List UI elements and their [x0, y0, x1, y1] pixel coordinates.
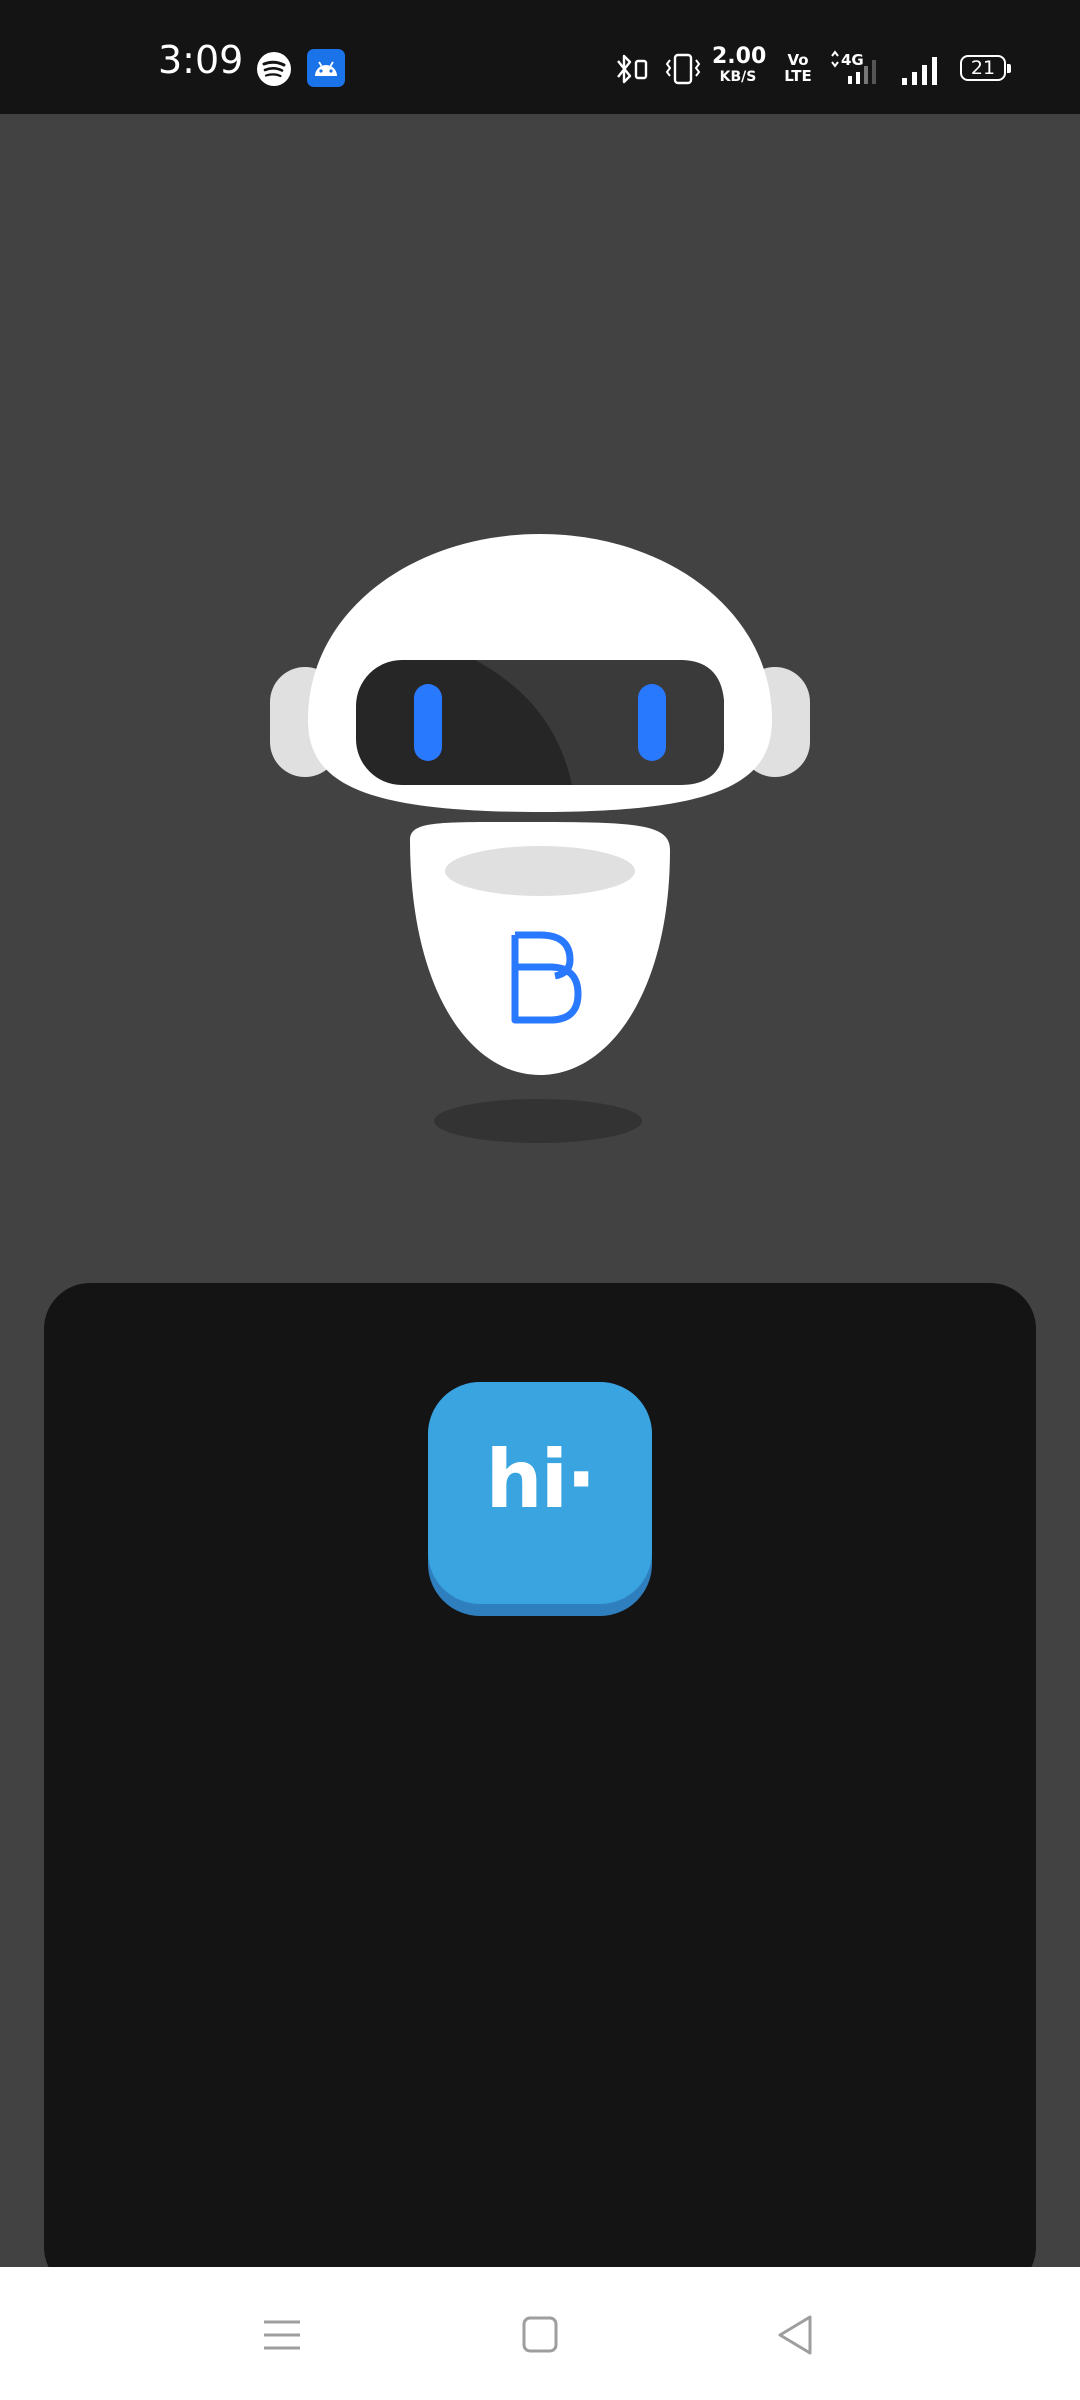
spotify-icon [257, 52, 291, 86]
network-speed-unit: KB/S [719, 69, 757, 85]
robot-shadow [434, 1099, 642, 1143]
app-logo-tile: hi· [428, 1382, 652, 1616]
bluetooth-icon [617, 54, 648, 84]
vibrate-icon [665, 53, 701, 85]
menu-icon[interactable] [252, 2305, 312, 2365]
volte-bottom: LTE [784, 67, 812, 85]
app-logo-text: hi· [485, 1433, 597, 1526]
volte-indicator: Vo LTE [778, 52, 818, 84]
back-icon[interactable] [766, 2305, 826, 2365]
network-speed-value: 2.00 [712, 44, 767, 69]
signal-4g-icon: 4G [831, 50, 876, 84]
android-icon [307, 49, 345, 87]
network-speed: 2.00 KB/S [712, 44, 767, 85]
status-time: 3:09 [158, 38, 244, 82]
robot-mascot [270, 534, 810, 1143]
network-type: 4G [841, 51, 864, 69]
navigation-bar [0, 2267, 1080, 2400]
robot-right-eye [638, 684, 666, 761]
home-icon[interactable] [510, 2305, 570, 2365]
robot-left-eye [414, 684, 442, 761]
status-bar: 3:09 2.00 KB/S Vo LTE 4G 21 [0, 0, 1080, 114]
app-logo-face: hi· [428, 1382, 652, 1604]
battery-icon: 21 [960, 55, 1011, 81]
signal-icon [902, 57, 937, 85]
